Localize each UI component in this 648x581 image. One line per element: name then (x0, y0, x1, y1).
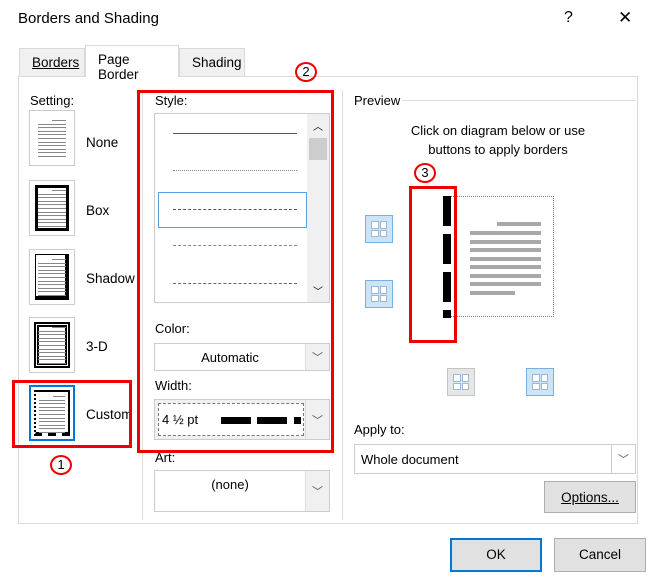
thumbnail-text-line (38, 352, 66, 353)
separator (342, 90, 343, 520)
thumbnail-text-line (38, 215, 66, 216)
thumbnail-text-line (38, 149, 66, 150)
setting-3d-label[interactable]: 3-D (86, 339, 108, 354)
thumbnail-text-line (38, 341, 66, 342)
button-label: Cancel (579, 547, 621, 562)
thumbnail-text-line (52, 259, 66, 260)
thumbnail-text-line (38, 222, 66, 223)
button-label: Options... (561, 490, 619, 505)
thumbnail-text-line (38, 152, 66, 153)
right-border-button[interactable] (526, 368, 554, 396)
apply-to-dropdown[interactable]: Whole document ﹀ (354, 444, 636, 474)
top-border-button[interactable] (365, 215, 393, 243)
instruction-line: buttons to apply borders (380, 140, 616, 159)
thumbnail-text-line (38, 349, 66, 350)
thumbnail-text-line (52, 190, 66, 191)
dialog-title: Borders and Shading (18, 10, 159, 27)
chevron-down-icon[interactable]: ﹀ (305, 471, 329, 511)
instruction-line: Click on diagram below or use (380, 121, 616, 140)
setting-box-label[interactable]: Box (86, 203, 109, 218)
thumbnail-text-line (38, 363, 66, 364)
annotation-box-3 (409, 186, 457, 343)
thumbnail-text-line (38, 266, 66, 267)
divider (402, 100, 636, 101)
thumbnail-text-line (38, 273, 66, 274)
thumbnail-text-line (38, 291, 66, 292)
thumbnail-text-line (38, 208, 66, 209)
setting-label: Setting: (30, 93, 74, 108)
thumbnail-text-line (52, 120, 66, 121)
thumbnail-text-line (38, 281, 66, 282)
thumbnail-text-line (38, 270, 66, 271)
tab-borders[interactable]: Borders (19, 48, 85, 76)
art-value: (none) (155, 477, 305, 492)
thumbnail-text-line (38, 201, 66, 202)
preview-label: Preview (354, 93, 400, 108)
thumbnail-text-line (38, 197, 66, 198)
thumbnail-text-line (38, 295, 66, 296)
thumbnail-text-line (38, 124, 66, 125)
apply-to-value: Whole document (361, 452, 459, 467)
options-button[interactable]: Options... (544, 481, 636, 513)
button-label: OK (486, 547, 506, 562)
thumbnail-text-line (38, 334, 66, 335)
thumbnail-text-line (38, 345, 66, 346)
setting-shadow-label[interactable]: Shadow (86, 271, 135, 286)
tab-label: Borders (32, 55, 79, 70)
annotation-marker-1: 1 (50, 455, 72, 475)
tab-label: Page Border (98, 52, 139, 82)
annotation-marker-3: 3 (414, 163, 436, 183)
tab-shading[interactable]: Shading (179, 48, 245, 76)
setting-3d-thumbnail[interactable] (29, 317, 75, 373)
thumbnail-text-line (38, 204, 66, 205)
thumbnail-text-line (38, 156, 66, 157)
thumbnail-text-line (38, 138, 66, 139)
bottom-border-button[interactable] (365, 280, 393, 308)
tab-label: Shading (192, 55, 242, 70)
thumbnail-text-line (38, 263, 66, 264)
setting-box-thumbnail[interactable] (29, 180, 75, 236)
thumbnail-text-line (38, 194, 66, 195)
annotation-marker-2: 2 (295, 62, 317, 82)
thumbnail-text-line (38, 219, 66, 220)
thumbnail-text-line (38, 359, 66, 360)
thumbnail-text-line (38, 288, 66, 289)
setting-none-thumbnail[interactable] (29, 110, 75, 166)
annotation-box-2 (137, 90, 334, 453)
thumbnail-text-line (38, 277, 66, 278)
setting-shadow-thumbnail[interactable] (29, 249, 75, 305)
annotation-box-1 (12, 380, 132, 448)
thumbnail-text-line (38, 134, 66, 135)
ok-button[interactable]: OK (450, 538, 542, 572)
thumbnail-text-line (52, 327, 66, 328)
thumbnail-text-line (38, 226, 66, 227)
left-border-button[interactable] (447, 368, 475, 396)
thumbnail-text-line (38, 145, 66, 146)
thumbnail-text-line (38, 212, 66, 213)
chevron-down-icon[interactable]: ﹀ (611, 445, 635, 473)
tab-page-border[interactable]: Page Border (85, 45, 179, 77)
apply-to-label: Apply to: (354, 422, 405, 437)
preview-instruction: Click on diagram below or use buttons to… (380, 121, 616, 159)
thumbnail-text-line (38, 331, 66, 332)
cancel-button[interactable]: Cancel (554, 538, 646, 572)
thumbnail-text-line (38, 127, 66, 128)
thumbnail-text-line (38, 356, 66, 357)
thumbnail-text-line (38, 284, 66, 285)
thumbnail-text-line (38, 142, 66, 143)
art-dropdown[interactable]: (none) ﹀ (154, 470, 330, 512)
thumbnail-text-line (38, 131, 66, 132)
close-button[interactable]: ✕ (618, 8, 632, 28)
setting-none-label[interactable]: None (86, 135, 118, 150)
help-button[interactable]: ? (564, 9, 573, 27)
thumbnail-text-line (38, 338, 66, 339)
